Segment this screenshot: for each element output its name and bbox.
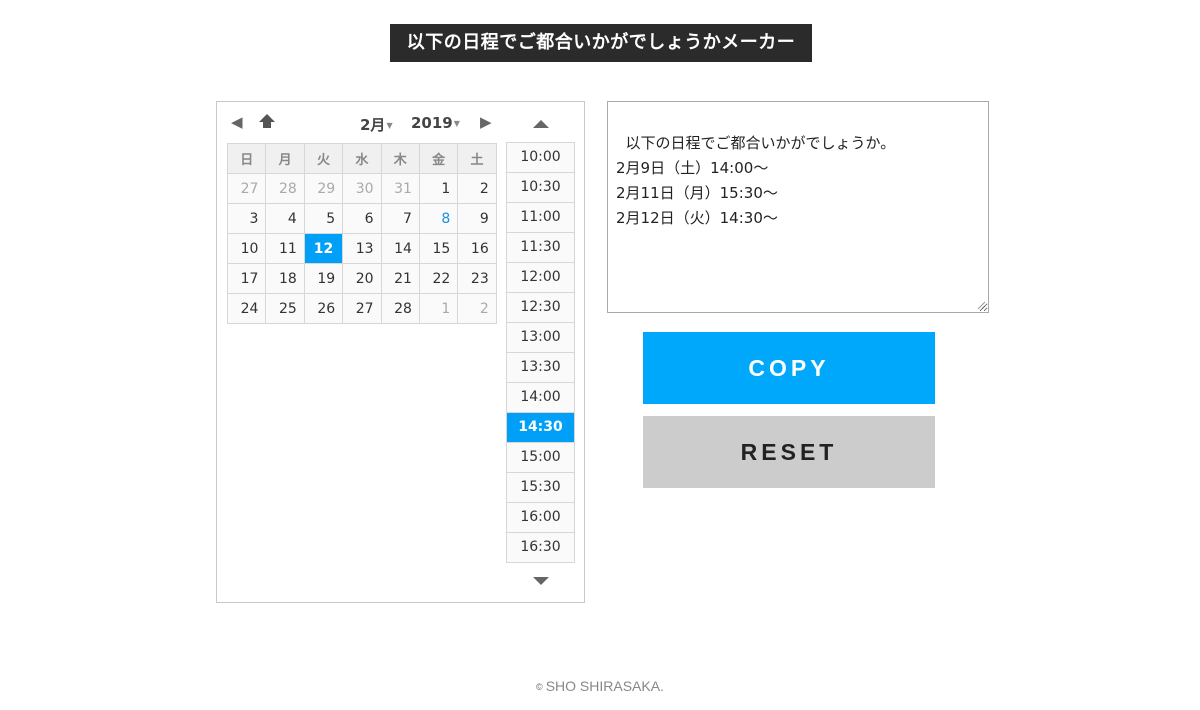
calendar-week-row: 10 11 12 13 14 15 16 [226, 233, 497, 264]
weekday-header: 火 [303, 143, 344, 174]
time-slot[interactable]: 12:00 [507, 263, 574, 293]
time-slot[interactable]: 12:30 [507, 293, 574, 323]
calendar-day[interactable]: 26 [303, 293, 344, 324]
calendar-day[interactable]: 20 [342, 263, 382, 294]
calendar-day[interactable]: 18 [265, 263, 305, 294]
caret-down-icon: ▼ [453, 119, 460, 128]
copyright-icon: © [536, 682, 543, 693]
calendar-day[interactable]: 7 [380, 203, 420, 234]
calendar-grid: 日月火水木金土 27 28 29 30 31 1 2 3 4 5 6 7 8 9 10 11 12 13 14 15 1… [226, 143, 497, 324]
calendar-day[interactable]: 15 [418, 233, 459, 264]
calendar-week-row: 24 25 26 27 28 1 2 [226, 293, 497, 324]
year-label: 2019 [411, 114, 453, 132]
weekday-header: 月 [265, 143, 305, 174]
calendar-day[interactable]: 21 [380, 263, 420, 294]
weekday-header-row: 日月火水木金土 [226, 143, 497, 174]
calendar-day[interactable]: 24 [226, 293, 267, 324]
time-list: 10:00 10:30 11:00 11:30 12:00 12:30 13:00 13:30… [506, 142, 575, 563]
calendar-day[interactable]: 27 [342, 293, 382, 324]
calendar-nav: ◀ 2月▼ 2019▼ ▶ [217, 102, 497, 144]
output-textarea[interactable]: 以下の日程でご都合いかがでしょうか。 2月9日（土）14:00〜 2月11日（月… [607, 101, 989, 313]
weekday-header: 木 [380, 143, 420, 174]
caret-down-icon: ▼ [386, 121, 393, 130]
calendar-day[interactable]: 25 [265, 293, 305, 324]
weekday-header: 日 [226, 143, 267, 174]
time-slot-selected[interactable]: 14:30 [507, 413, 574, 443]
calendar-day[interactable]: 1 [418, 173, 459, 204]
weekday-header: 水 [342, 143, 382, 174]
footer-text: SHO SHIRASAKA. [545, 678, 664, 694]
home-arrow-icon[interactable] [258, 113, 276, 131]
calendar-day[interactable]: 3 [226, 203, 267, 234]
calendar-day[interactable]: 5 [303, 203, 344, 234]
time-slot[interactable]: 10:30 [507, 173, 574, 203]
calendar-day-selected[interactable]: 12 [303, 233, 344, 264]
time-slot[interactable]: 11:30 [507, 233, 574, 263]
time-slot[interactable]: 16:00 [507, 503, 574, 533]
year-select[interactable]: 2019▼ [411, 114, 460, 132]
time-slot[interactable]: 13:00 [507, 323, 574, 353]
calendar-day[interactable]: 8 [418, 203, 459, 234]
calendar-day[interactable]: 30 [342, 173, 382, 204]
datetime-picker: ◀ 2月▼ 2019▼ ▶ 日月火水木金土 27 28 29 30 31 1 2 3 4 5 6 7 8… [216, 101, 585, 603]
copy-button[interactable]: COPY [643, 332, 935, 404]
calendar-day[interactable]: 2 [457, 293, 497, 324]
weekday-header: 金 [418, 143, 459, 174]
calendar-day[interactable]: 31 [380, 173, 420, 204]
calendar-day[interactable]: 29 [303, 173, 344, 204]
calendar-week-row: 17 18 19 20 21 22 23 [226, 263, 497, 294]
time-scroll-down-icon[interactable] [532, 576, 550, 586]
footer: © SHO SHIRASAKA. [0, 678, 1200, 694]
calendar-day[interactable]: 6 [342, 203, 382, 234]
calendar-day[interactable]: 19 [303, 263, 344, 294]
time-slot[interactable]: 15:00 [507, 443, 574, 473]
time-slot[interactable]: 10:00 [507, 143, 574, 173]
month-label: 2月 [360, 116, 386, 134]
page-title: 以下の日程でご都合いかがでしょうかメーカー [390, 24, 812, 62]
time-slot[interactable]: 16:30 [507, 533, 574, 563]
resize-grip-icon[interactable] [977, 301, 986, 310]
calendar-day[interactable]: 22 [418, 263, 459, 294]
time-scroll-up-icon[interactable] [532, 119, 550, 129]
calendar-day[interactable]: 11 [265, 233, 305, 264]
month-select[interactable]: 2月▼ [360, 114, 393, 135]
time-slot[interactable]: 15:30 [507, 473, 574, 503]
calendar-day[interactable]: 1 [418, 293, 459, 324]
reset-button[interactable]: RESET [643, 416, 935, 488]
calendar-week-row: 27 28 29 30 31 1 2 [226, 173, 497, 204]
calendar-day[interactable]: 17 [226, 263, 267, 294]
calendar-day[interactable]: 23 [457, 263, 497, 294]
calendar-day[interactable]: 28 [265, 173, 305, 204]
time-slot[interactable]: 14:00 [507, 383, 574, 413]
triangle-right-icon[interactable]: ▶ [480, 115, 492, 131]
calendar-day[interactable]: 28 [380, 293, 420, 324]
calendar-day[interactable]: 14 [380, 233, 420, 264]
triangle-left-icon[interactable]: ◀ [231, 115, 243, 131]
time-slot[interactable]: 13:30 [507, 353, 574, 383]
weekday-header: 土 [457, 143, 497, 174]
calendar-day[interactable]: 10 [226, 233, 267, 264]
calendar-day[interactable]: 16 [457, 233, 497, 264]
calendar-day[interactable]: 4 [265, 203, 305, 234]
calendar-day[interactable]: 27 [226, 173, 267, 204]
calendar-week-row: 3456789 [226, 203, 497, 234]
calendar-day[interactable]: 2 [457, 173, 497, 204]
time-slot[interactable]: 11:00 [507, 203, 574, 233]
calendar-day[interactable]: 13 [342, 233, 382, 264]
output-text: 以下の日程でご都合いかがでしょうか。 2月9日（土）14:00〜 2月11日（月… [616, 134, 896, 227]
calendar-day[interactable]: 9 [457, 203, 497, 234]
